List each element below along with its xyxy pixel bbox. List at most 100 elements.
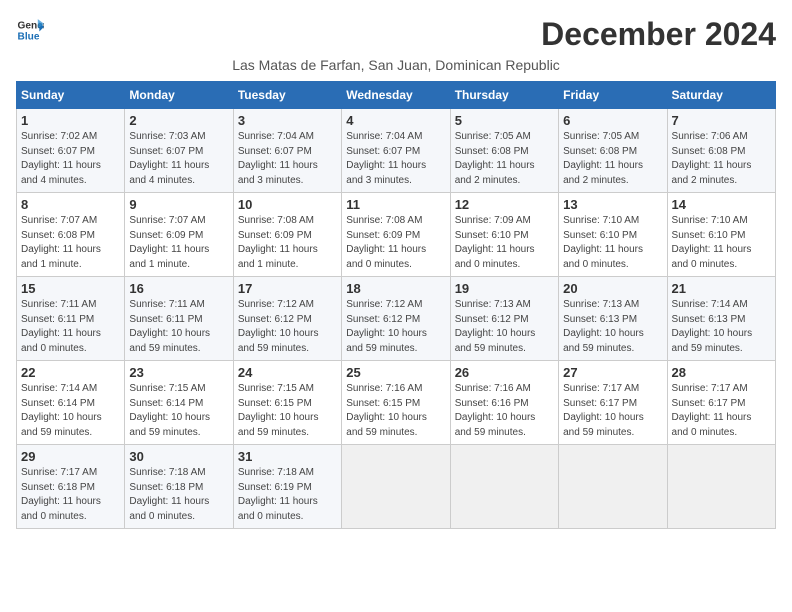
day-info: Sunrise: 7:06 AMSunset: 6:08 PMDaylight:…	[672, 130, 771, 188]
day-info: Sunrise: 7:04 AMSunset: 6:07 PMDaylight:…	[346, 130, 445, 188]
day-number: 21	[672, 281, 771, 296]
table-row: 21 Sunrise: 7:14 AMSunset: 6:13 PMDayligh…	[667, 277, 775, 361]
table-row: 5 Sunrise: 7:05 AMSunset: 6:08 PMDaylight…	[450, 109, 558, 193]
table-row: 13 Sunrise: 7:10 AMSunset: 6:10 PMDayligh…	[559, 193, 667, 277]
day-info: Sunrise: 7:04 AMSunset: 6:07 PMDaylight:…	[238, 130, 337, 188]
day-number: 26	[455, 365, 554, 380]
month-title: December 2024	[541, 16, 776, 53]
calendar-week-row: 8 Sunrise: 7:07 AMSunset: 6:08 PMDaylight…	[17, 193, 776, 277]
col-sunday: Sunday	[17, 82, 125, 109]
day-number: 6	[563, 113, 662, 128]
day-info: Sunrise: 7:16 AMSunset: 6:16 PMDaylight:…	[455, 382, 554, 440]
calendar-subtitle: Las Matas de Farfan, San Juan, Dominican…	[16, 57, 776, 73]
day-number: 8	[21, 197, 120, 212]
day-number: 7	[672, 113, 771, 128]
table-row	[667, 445, 775, 529]
day-info: Sunrise: 7:17 AMSunset: 6:17 PMDaylight:…	[672, 382, 771, 440]
table-row: 20 Sunrise: 7:13 AMSunset: 6:13 PMDayligh…	[559, 277, 667, 361]
day-info: Sunrise: 7:13 AMSunset: 6:12 PMDaylight:…	[455, 298, 554, 356]
table-row	[559, 445, 667, 529]
day-info: Sunrise: 7:17 AMSunset: 6:18 PMDaylight:…	[21, 466, 120, 524]
table-row: 15 Sunrise: 7:11 AMSunset: 6:11 PMDayligh…	[17, 277, 125, 361]
table-row: 2 Sunrise: 7:03 AMSunset: 6:07 PMDaylight…	[125, 109, 233, 193]
day-info: Sunrise: 7:18 AMSunset: 6:19 PMDaylight:…	[238, 466, 337, 524]
day-number: 14	[672, 197, 771, 212]
col-saturday: Saturday	[667, 82, 775, 109]
table-row: 31 Sunrise: 7:18 AMSunset: 6:19 PMDayligh…	[233, 445, 341, 529]
table-row: 19 Sunrise: 7:13 AMSunset: 6:12 PMDayligh…	[450, 277, 558, 361]
day-number: 29	[21, 449, 120, 464]
svg-text:Blue: Blue	[18, 31, 40, 42]
day-number: 1	[21, 113, 120, 128]
day-info: Sunrise: 7:11 AMSunset: 6:11 PMDaylight:…	[21, 298, 120, 356]
table-row: 16Sunrise: 7:11 AMSunset: 6:11 PMDayligh…	[125, 277, 233, 361]
day-number: 16	[129, 281, 228, 296]
day-info: Sunrise: 7:07 AMSunset: 6:09 PMDaylight:…	[129, 214, 228, 272]
calendar-header-row: Sunday Monday Tuesday Wednesday Thursday…	[17, 82, 776, 109]
table-row: 6 Sunrise: 7:05 AMSunset: 6:08 PMDaylight…	[559, 109, 667, 193]
col-tuesday: Tuesday	[233, 82, 341, 109]
table-row: 3 Sunrise: 7:04 AMSunset: 6:07 PMDaylight…	[233, 109, 341, 193]
calendar-week-row: 29 Sunrise: 7:17 AMSunset: 6:18 PMDayligh…	[17, 445, 776, 529]
table-row: 24Sunrise: 7:15 AMSunset: 6:15 PMDayligh…	[233, 361, 341, 445]
day-info: Sunrise: 7:12 AMSunset: 6:12 PMDaylight:…	[238, 298, 337, 356]
table-row: 28 Sunrise: 7:17 AMSunset: 6:17 PMDayligh…	[667, 361, 775, 445]
day-info: Sunrise: 7:14 AMSunset: 6:13 PMDaylight:…	[672, 298, 771, 356]
day-number: 31	[238, 449, 337, 464]
day-info: Sunrise: 7:15 AMSunset: 6:15 PMDaylight:…	[238, 382, 337, 440]
day-info: Sunrise: 7:18 AMSunset: 6:18 PMDaylight:…	[129, 466, 228, 524]
day-number: 13	[563, 197, 662, 212]
day-number: 2	[129, 113, 228, 128]
table-row: 22 Sunrise: 7:14 AMSunset: 6:14 PMDayligh…	[17, 361, 125, 445]
day-info: Sunrise: 7:14 AMSunset: 6:14 PMDaylight:…	[21, 382, 120, 440]
day-info: Sunrise: 7:10 AMSunset: 6:10 PMDaylight:…	[672, 214, 771, 272]
day-info: Sunrise: 7:05 AMSunset: 6:08 PMDaylight:…	[455, 130, 554, 188]
table-row	[450, 445, 558, 529]
day-number: 28	[672, 365, 771, 380]
col-thursday: Thursday	[450, 82, 558, 109]
day-number: 5	[455, 113, 554, 128]
table-row: 25Sunrise: 7:16 AMSunset: 6:15 PMDayligh…	[342, 361, 450, 445]
day-number: 23	[129, 365, 228, 380]
day-info: Sunrise: 7:08 AMSunset: 6:09 PMDaylight:…	[238, 214, 337, 272]
day-info: Sunrise: 7:09 AMSunset: 6:10 PMDaylight:…	[455, 214, 554, 272]
page-header: General Blue December 2024	[16, 16, 776, 53]
day-number: 12	[455, 197, 554, 212]
table-row: 10 Sunrise: 7:08 AMSunset: 6:09 PMDayligh…	[233, 193, 341, 277]
col-friday: Friday	[559, 82, 667, 109]
table-row: 11Sunrise: 7:08 AMSunset: 6:09 PMDayligh…	[342, 193, 450, 277]
calendar-week-row: 1 Sunrise: 7:02 AMSunset: 6:07 PMDaylight…	[17, 109, 776, 193]
calendar-week-row: 22 Sunrise: 7:14 AMSunset: 6:14 PMDayligh…	[17, 361, 776, 445]
day-info: Sunrise: 7:08 AMSunset: 6:09 PMDaylight:…	[346, 214, 445, 272]
day-info: Sunrise: 7:13 AMSunset: 6:13 PMDaylight:…	[563, 298, 662, 356]
table-row: 9 Sunrise: 7:07 AMSunset: 6:09 PMDaylight…	[125, 193, 233, 277]
calendar-table: Sunday Monday Tuesday Wednesday Thursday…	[16, 81, 776, 529]
day-info: Sunrise: 7:03 AMSunset: 6:07 PMDaylight:…	[129, 130, 228, 188]
table-row: 26 Sunrise: 7:16 AMSunset: 6:16 PMDayligh…	[450, 361, 558, 445]
day-info: Sunrise: 7:17 AMSunset: 6:17 PMDaylight:…	[563, 382, 662, 440]
day-number: 9	[129, 197, 228, 212]
table-row: 27 Sunrise: 7:17 AMSunset: 6:17 PMDayligh…	[559, 361, 667, 445]
day-number: 18	[346, 281, 445, 296]
table-row: 18Sunrise: 7:12 AMSunset: 6:12 PMDayligh…	[342, 277, 450, 361]
day-number: 3	[238, 113, 337, 128]
day-number: 19	[455, 281, 554, 296]
day-info: Sunrise: 7:02 AMSunset: 6:07 PMDaylight:…	[21, 130, 120, 188]
day-number: 27	[563, 365, 662, 380]
day-number: 10	[238, 197, 337, 212]
day-number: 20	[563, 281, 662, 296]
day-number: 22	[21, 365, 120, 380]
day-info: Sunrise: 7:07 AMSunset: 6:08 PMDaylight:…	[21, 214, 120, 272]
day-info: Sunrise: 7:10 AMSunset: 6:10 PMDaylight:…	[563, 214, 662, 272]
day-number: 25	[346, 365, 445, 380]
table-row: 1 Sunrise: 7:02 AMSunset: 6:07 PMDaylight…	[17, 109, 125, 193]
logo: General Blue	[16, 16, 44, 44]
day-number: 15	[21, 281, 120, 296]
table-row: 17 Sunrise: 7:12 AMSunset: 6:12 PMDayligh…	[233, 277, 341, 361]
day-number: 17	[238, 281, 337, 296]
day-info: Sunrise: 7:05 AMSunset: 6:08 PMDaylight:…	[563, 130, 662, 188]
table-row: 4Sunrise: 7:04 AMSunset: 6:07 PMDaylight…	[342, 109, 450, 193]
table-row: 23Sunrise: 7:15 AMSunset: 6:14 PMDayligh…	[125, 361, 233, 445]
table-row: 29 Sunrise: 7:17 AMSunset: 6:18 PMDayligh…	[17, 445, 125, 529]
logo-icon: General Blue	[16, 16, 44, 44]
